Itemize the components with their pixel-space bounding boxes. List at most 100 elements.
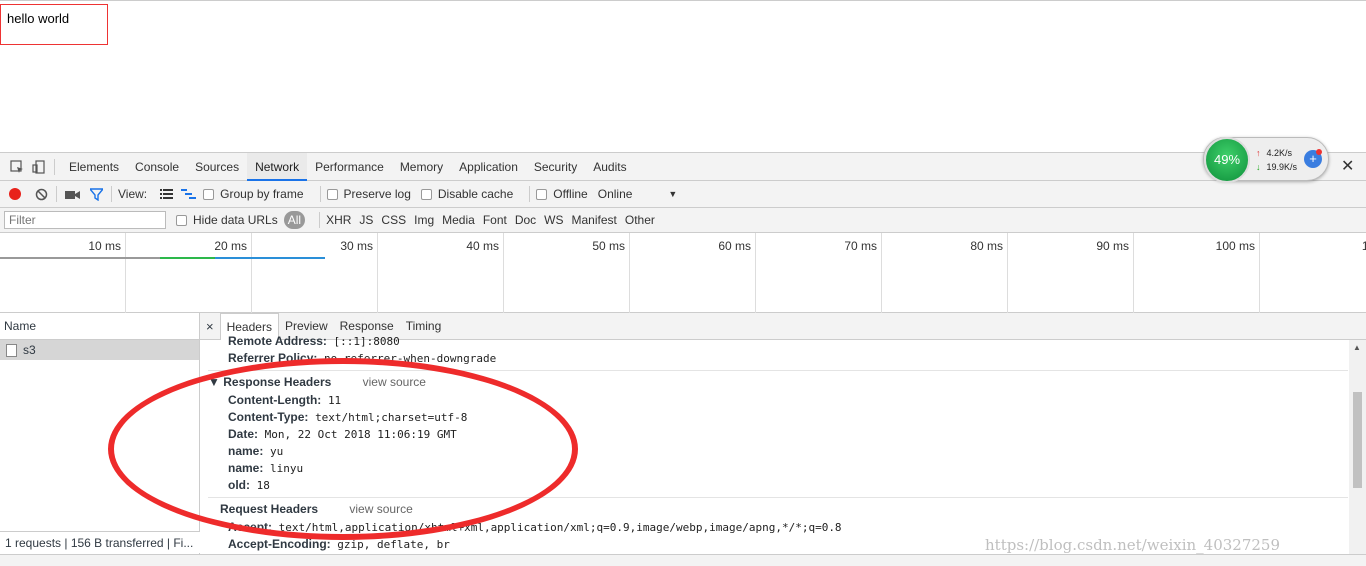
separator xyxy=(319,186,321,202)
preserve-log-checkbox[interactable]: Preserve log xyxy=(326,187,411,201)
timeline-tick-label: 10 ms xyxy=(88,239,121,253)
preserve-log-label: Preserve log xyxy=(343,187,411,201)
details-scrollbar[interactable]: ▲ xyxy=(1349,340,1366,566)
offline-label: Offline xyxy=(553,187,588,201)
watermark: https://blog.csdn.net/weixin_40327259 xyxy=(985,536,1281,554)
filter-type-font[interactable]: Font xyxy=(483,213,507,227)
notification-dot xyxy=(1316,149,1322,155)
tab-elements[interactable]: Elements xyxy=(61,153,127,181)
close-devtools-icon[interactable]: ✕ xyxy=(1341,156,1354,176)
capture-screenshots-button[interactable] xyxy=(63,185,81,203)
timeline-gridline xyxy=(881,233,882,313)
checkbox-box xyxy=(203,188,215,200)
record-button[interactable] xyxy=(6,185,24,203)
devtools-tabs: Elements Console Sources Network Performance… xyxy=(61,152,635,181)
network-overview-timeline: 10 ms 20 ms 30 ms 40 ms 50 ms 60 ms 70 ms 80 ms… xyxy=(0,233,1366,313)
separator xyxy=(56,186,57,202)
close-details-icon[interactable]: × xyxy=(200,319,220,334)
filter-type-xhr[interactable]: XHR xyxy=(326,213,351,227)
hide-data-urls-checkbox[interactable]: Hide data URLs xyxy=(176,213,278,227)
timeline-bar-download xyxy=(215,257,325,259)
timeline-tick-label: 40 ms xyxy=(466,239,499,253)
separator xyxy=(54,158,55,175)
page-viewport: hello world xyxy=(0,0,1366,152)
separator xyxy=(529,186,531,202)
checkbox-box xyxy=(176,214,187,226)
checkbox-box xyxy=(536,188,548,200)
tab-security[interactable]: Security xyxy=(526,153,585,181)
timeline-tick-label: 50 ms xyxy=(592,239,625,253)
throttling-select[interactable]: Online ▼ xyxy=(598,187,678,201)
filter-type-js[interactable]: JS xyxy=(359,213,373,227)
timeline-gridline xyxy=(1259,233,1260,313)
console-drawer xyxy=(0,554,1366,566)
timeline-gridline xyxy=(251,233,252,313)
clear-button[interactable] xyxy=(32,185,50,203)
tab-memory[interactable]: Memory xyxy=(392,153,451,181)
inspect-element-icon[interactable] xyxy=(8,158,26,176)
disable-cache-checkbox[interactable]: Disable cache xyxy=(420,187,514,201)
checkbox-box xyxy=(326,188,338,200)
large-rows-icon[interactable] xyxy=(157,185,175,203)
tab-audits[interactable]: Audits xyxy=(585,153,634,181)
header-row: Remote Address: [::1]:8080 xyxy=(228,334,400,348)
request-row[interactable]: s3 xyxy=(0,340,199,360)
disable-cache-label: Disable cache xyxy=(437,187,514,201)
timeline-gridline xyxy=(503,233,504,313)
tab-performance[interactable]: Performance xyxy=(307,153,392,181)
download-arrow-icon: ↓ xyxy=(1256,162,1261,172)
timeline-tick-label: 110 xyxy=(1361,239,1366,253)
tab-sources[interactable]: Sources xyxy=(187,153,247,181)
scrollbar-thumb[interactable] xyxy=(1353,392,1362,488)
waterfall-overview-icon[interactable] xyxy=(179,185,197,203)
timeline-tick-label: 20 ms xyxy=(214,239,247,253)
filter-type-manifest[interactable]: Manifest xyxy=(572,213,617,227)
tab-console[interactable]: Console xyxy=(127,153,187,181)
upload-speed: ↑ 4.2K/s xyxy=(1256,148,1293,158)
filter-bar: Hide data URLs All XHR JS CSS Img Media Font Do… xyxy=(0,208,1366,233)
document-icon xyxy=(6,343,17,357)
filter-type-css[interactable]: CSS xyxy=(381,213,406,227)
offline-checkbox[interactable]: Offline xyxy=(536,187,588,201)
download-speed: ↓ 19.9K/s xyxy=(1256,162,1298,172)
hello-world-text: hello world xyxy=(7,11,70,26)
filter-type-ws[interactable]: WS xyxy=(544,213,563,227)
filter-type-all[interactable]: All xyxy=(283,211,306,229)
filter-type-media[interactable]: Media xyxy=(442,213,475,227)
tab-application[interactable]: Application xyxy=(451,153,526,181)
network-toolbar: View: Group by frame Preserve log Disabl… xyxy=(0,181,1366,208)
timeline-tick-label: 100 ms xyxy=(1215,239,1255,253)
devtools-tabbar: Elements Console Sources Network Performance… xyxy=(0,152,1366,181)
filter-type-other[interactable]: Other xyxy=(625,213,655,227)
timeline-bar-waiting xyxy=(160,257,216,259)
record-icon xyxy=(9,188,21,200)
hide-data-urls-label: Hide data URLs xyxy=(193,213,278,227)
group-by-frame-label: Group by frame xyxy=(220,187,304,201)
resource-type-filters: All XHR JS CSS Img Media Font Doc WS Manifest Othe… xyxy=(283,211,663,229)
separator xyxy=(111,186,112,202)
filter-type-img[interactable]: Img xyxy=(414,213,434,227)
timeline-gridline xyxy=(755,233,756,313)
filter-input[interactable] xyxy=(4,211,166,229)
timeline-bar-stalled xyxy=(0,257,160,259)
tab-network[interactable]: Network xyxy=(247,152,308,181)
timeline-gridline xyxy=(377,233,378,313)
annotation-ellipse xyxy=(108,358,578,540)
dropdown-arrow-icon: ▼ xyxy=(668,189,678,199)
group-by-frame-checkbox[interactable]: Group by frame xyxy=(203,187,304,201)
filter-toggle-button[interactable] xyxy=(87,185,105,203)
timeline-tick-label: 70 ms xyxy=(844,239,877,253)
tab-timing[interactable]: Timing xyxy=(400,313,448,340)
clear-icon xyxy=(35,188,47,200)
separator xyxy=(319,212,321,228)
device-toolbar-icon[interactable] xyxy=(30,158,48,176)
throttling-value: Online xyxy=(597,187,633,201)
name-column-header[interactable]: Name xyxy=(0,313,199,340)
memory-usage-gauge: 49% xyxy=(1204,137,1250,183)
timeline-tick-label: 80 ms xyxy=(970,239,1003,253)
filter-icon xyxy=(89,187,103,201)
network-speed-widget[interactable]: 49% ↑ 4.2K/s ↓ 19.9K/s + xyxy=(1203,137,1329,183)
filter-type-doc[interactable]: Doc xyxy=(515,213,536,227)
video-camera-icon xyxy=(64,190,80,199)
scroll-up-icon[interactable]: ▲ xyxy=(1353,343,1361,352)
